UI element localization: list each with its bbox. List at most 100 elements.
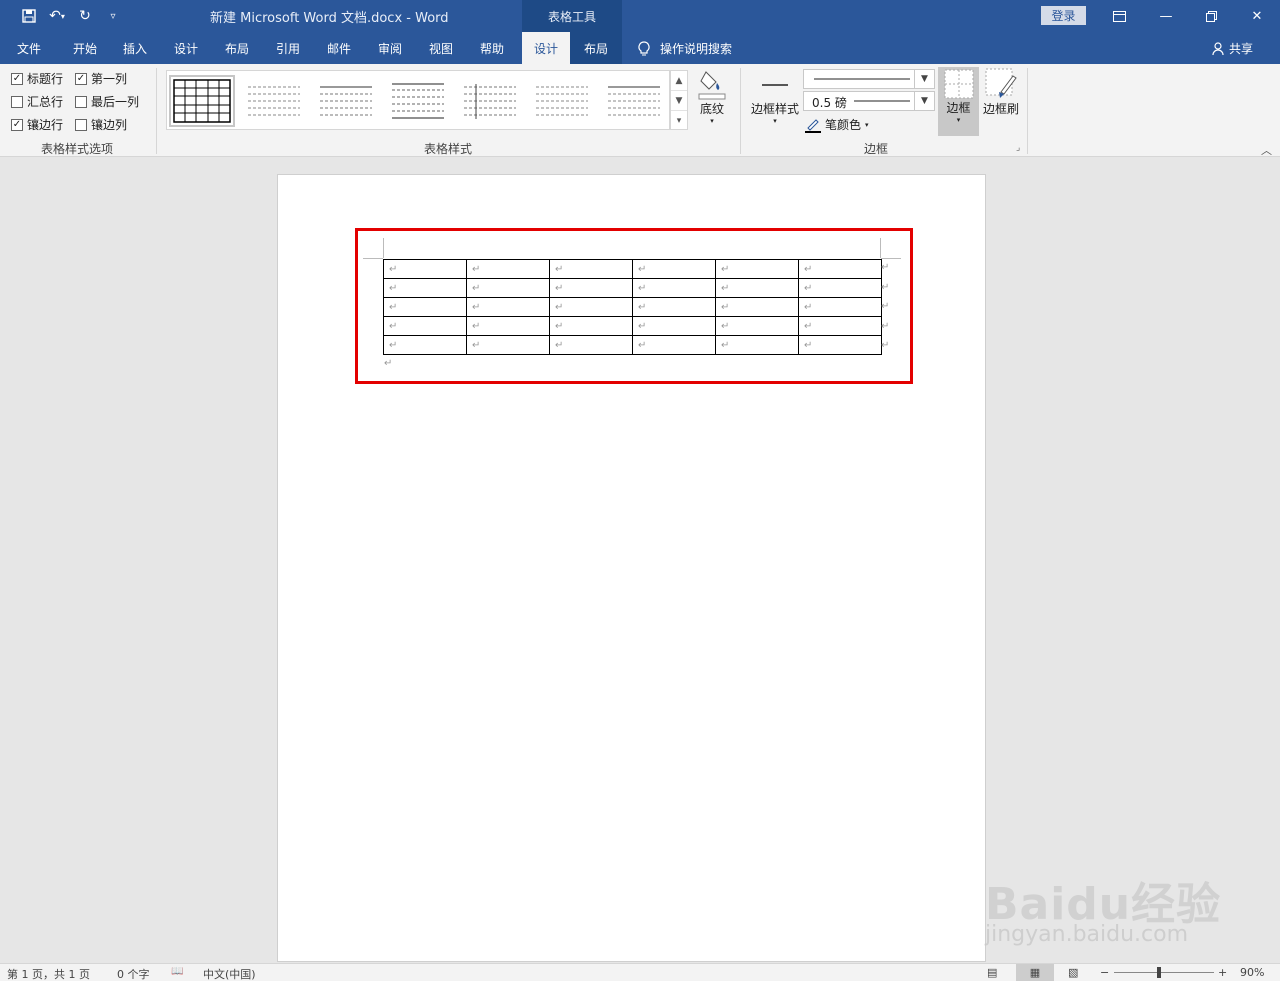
shading-label: 底纹 — [699, 102, 724, 116]
checkbox-label: 镶边行 — [27, 118, 64, 132]
restore-icon[interactable] — [1201, 6, 1221, 26]
tab-layout[interactable]: 布局 — [216, 32, 258, 64]
table-style-plain-3[interactable] — [385, 75, 451, 127]
zoom-slider-thumb[interactable] — [1157, 967, 1161, 978]
checkbox-unchecked — [75, 118, 87, 131]
gallery-down-icon[interactable]: ▼ — [671, 91, 687, 111]
table-style-plain-4[interactable] — [457, 75, 523, 127]
banded-rows-checkbox[interactable]: ✓ 镶边行 — [11, 116, 63, 133]
tab-table-layout[interactable]: 布局 — [570, 32, 622, 64]
border-styles-label: 边框样式 — [750, 102, 799, 116]
checkbox-checked: ✓ — [11, 72, 23, 85]
ribbon-display-options-icon[interactable] — [1109, 6, 1129, 26]
gallery-more-icon[interactable]: ▾ — [671, 111, 687, 131]
status-bar: 第 1 页，共 1 页 0 个字 📖 中文(中国) ▤ ▦ ▧ − + 90% — [0, 963, 1280, 981]
close-icon[interactable]: ✕ — [1247, 6, 1267, 26]
web-layout-icon[interactable]: ▧ — [1068, 966, 1078, 979]
collapse-ribbon-icon[interactable]: ︿ — [1261, 142, 1272, 158]
line-style-preview-icon — [814, 78, 910, 80]
dialog-launcher-icon[interactable]: ⌟ — [1016, 143, 1020, 153]
table-style-plain-5[interactable] — [529, 75, 595, 127]
tab-view[interactable]: 视图 — [420, 32, 462, 64]
table-tools-label: 表格工具 — [522, 0, 622, 32]
person-icon — [1212, 41, 1224, 55]
tab-help[interactable]: 帮助 — [471, 32, 513, 64]
tell-me-search[interactable]: 操作说明搜索 — [638, 40, 732, 57]
table-styles-gallery — [166, 70, 670, 130]
style-options-group-label: 表格样式选项 — [41, 142, 114, 156]
ribbon: ✓ 标题行 ✓ 第一列 汇总行 最后一列 ✓ 镶边行 镶边列 表格样式选项 ▲ … — [0, 64, 1280, 157]
border-style-line-icon — [762, 84, 788, 86]
tab-table-design[interactable]: 设计 — [522, 32, 570, 64]
header-row-checkbox[interactable]: ✓ 标题行 — [11, 70, 63, 87]
chevron-down-icon: ▼ — [914, 70, 934, 88]
table-style-grid[interactable] — [169, 75, 235, 127]
word-count[interactable]: 0 个字 — [117, 966, 150, 981]
tab-file[interactable]: 文件 — [8, 32, 50, 64]
chevron-down-icon: ▼ — [914, 92, 934, 110]
gallery-up-icon[interactable]: ▲ — [671, 71, 687, 91]
share-button[interactable]: 共享 — [1212, 40, 1253, 57]
page-count[interactable]: 第 1 页，共 1 页 — [7, 966, 90, 981]
paint-bucket-icon — [698, 71, 726, 100]
table-style-plain-6[interactable] — [601, 75, 667, 127]
checkbox-label: 镶边列 — [91, 118, 128, 132]
tab-references[interactable]: 引用 — [267, 32, 309, 64]
customize-qat-icon[interactable]: ▿ — [102, 6, 124, 26]
first-column-checkbox[interactable]: ✓ 第一列 — [75, 70, 127, 87]
checkbox-label: 第一列 — [91, 72, 128, 86]
pen-weight-dropdown[interactable]: 0.5 磅 ▼ — [803, 91, 935, 111]
tab-design[interactable]: 设计 — [165, 32, 207, 64]
minimize-icon[interactable]: — — [1156, 6, 1176, 26]
tab-insert[interactable]: 插入 — [114, 32, 156, 64]
pen-color-label: 笔颜色 — [825, 118, 862, 132]
chevron-down-icon: ▾ — [865, 120, 869, 129]
zoom-in-icon[interactable]: + — [1218, 966, 1227, 979]
group-divider — [1027, 68, 1028, 154]
group-divider — [156, 68, 157, 154]
tab-home[interactable]: 开始 — [64, 32, 106, 64]
tab-mailings[interactable]: 邮件 — [318, 32, 360, 64]
read-mode-icon[interactable]: ▤ — [987, 966, 997, 979]
save-icon[interactable] — [18, 6, 40, 26]
table-style-plain-1[interactable] — [241, 75, 307, 127]
lightbulb-icon — [638, 40, 650, 55]
document-title: 新建 Microsoft Word 文档.docx - Word — [210, 11, 449, 26]
zoom-out-icon[interactable]: − — [1100, 966, 1109, 979]
chevron-down-icon: ▾ — [710, 117, 714, 125]
login-button[interactable]: 登录 — [1041, 6, 1086, 25]
proofing-icon[interactable]: 📖 — [171, 966, 183, 977]
undo-icon[interactable]: ↶ ▾ — [46, 6, 68, 26]
banded-columns-checkbox[interactable]: 镶边列 — [75, 116, 127, 133]
language-indicator[interactable]: 中文(中国) — [203, 966, 256, 981]
checkbox-checked: ✓ — [75, 72, 87, 85]
gallery-scroller: ▲ ▼ ▾ — [670, 70, 688, 130]
zoom-level[interactable]: 90% — [1240, 966, 1264, 979]
print-layout-icon[interactable]: ▦ — [1016, 964, 1054, 981]
last-column-checkbox[interactable]: 最后一列 — [75, 93, 139, 110]
total-row-checkbox[interactable]: 汇总行 — [11, 93, 63, 110]
borders-button[interactable]: 边框 ▾ — [938, 67, 979, 136]
redo-icon[interactable]: ↻ — [74, 6, 96, 26]
shading-button[interactable]: 底纹 ▾ — [694, 68, 730, 125]
zoom-slider[interactable] — [1114, 972, 1214, 973]
quick-access-toolbar: ↶ ▾ ↻ ▿ — [18, 6, 124, 26]
pen-color-button[interactable]: 笔颜色 ▾ — [805, 116, 869, 133]
line-style-dropdown[interactable]: ▼ — [803, 69, 935, 89]
baidu-watermark-url: jingyan.baidu.com — [985, 922, 1189, 947]
tell-me-label: 操作说明搜索 — [660, 42, 733, 56]
group-divider — [740, 68, 741, 154]
checkbox-label: 汇总行 — [27, 95, 64, 109]
annotation-highlight-box — [355, 228, 913, 384]
table-style-plain-2[interactable] — [313, 75, 379, 127]
table-styles-group-label: 表格样式 — [424, 142, 473, 156]
line-weight-preview-icon — [854, 100, 910, 102]
border-styles-button[interactable]: 边框样式 ▾ — [750, 70, 800, 125]
tab-review[interactable]: 审阅 — [369, 32, 411, 64]
border-painter-button[interactable]: 边框刷 — [981, 68, 1021, 117]
border-painter-icon — [985, 68, 1017, 98]
border-painter-label: 边框刷 — [982, 102, 1019, 116]
checkbox-checked: ✓ — [11, 118, 23, 131]
checkbox-unchecked — [11, 95, 23, 108]
pen-weight-value: 0.5 磅 — [812, 96, 847, 110]
